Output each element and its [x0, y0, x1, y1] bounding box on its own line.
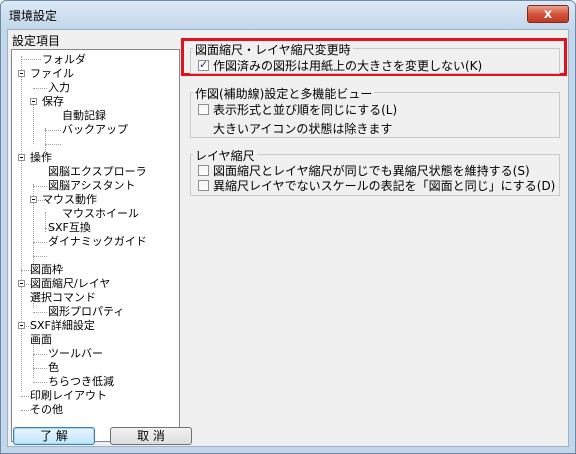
- dialog-client: 設定項目 フォルダ ファイル 入力 保存 自動記録 バックアップ 操作 図脳エク…: [7, 29, 569, 447]
- same-order-checkbox[interactable]: [198, 104, 209, 115]
- multi-view-note: 大きいアイコンの状態は除きます: [213, 122, 393, 136]
- tree-item-mousewheel[interactable]: マウスホイール: [62, 207, 139, 220]
- tree-item-mouse[interactable]: マウス動作: [42, 193, 97, 206]
- settings-tree[interactable]: フォルダ ファイル 入力 保存 自動記録 バックアップ 操作 図脳エクスプローラ…: [11, 49, 180, 442]
- ok-button[interactable]: 了 解: [13, 427, 95, 445]
- expander-icon[interactable]: [18, 280, 25, 287]
- expander-icon[interactable]: [18, 322, 25, 329]
- close-icon: x: [543, 7, 553, 22]
- tree-item-input[interactable]: 入力: [48, 81, 70, 94]
- tree-item-scale-layer[interactable]: 図面縮尺/レイヤ: [30, 277, 110, 290]
- same-as-drawing-label[interactable]: 異縮尺レイヤでないスケールの表記を「図面と同じ」にする(D): [213, 177, 555, 194]
- tree-item-sxf-detail[interactable]: SXF詳細設定: [30, 319, 95, 332]
- expander-icon[interactable]: [18, 154, 25, 161]
- cancel-button[interactable]: 取 消: [110, 427, 192, 445]
- tree-item-color[interactable]: 色: [48, 361, 59, 374]
- tree-item-folder[interactable]: フォルダ: [42, 53, 86, 66]
- group-scale-change-title: 図面縮尺・レイヤ縮尺変更時: [193, 41, 353, 58]
- close-button[interactable]: x: [527, 5, 569, 23]
- window-title: 環境設定: [9, 9, 58, 23]
- expander-icon[interactable]: [30, 196, 37, 203]
- tree-item-file[interactable]: ファイル: [30, 67, 74, 80]
- tree-item-backup[interactable]: バックアップ: [62, 123, 128, 136]
- tree-item-shape-property[interactable]: 図形プロパティ: [48, 305, 124, 318]
- tree-item-other[interactable]: その他: [30, 403, 63, 416]
- tree-item-select-command[interactable]: 選択コマンド: [30, 291, 96, 304]
- tree-item-screen[interactable]: 画面: [30, 333, 52, 346]
- same-order-label[interactable]: 表示形式と並び順を同じにする(L): [213, 101, 397, 118]
- expander-icon[interactable]: [30, 98, 37, 105]
- tree-item-flicker[interactable]: ちらつき低減: [48, 375, 114, 388]
- tree-item-explorer[interactable]: 図脳エクスプローラ: [48, 165, 147, 178]
- settings-dialog: 環境設定 x 設定項目 フォルダ ファイル 入力 保存 自動記録 バックアップ …: [0, 0, 576, 454]
- keep-size-label[interactable]: 作図済みの図形は用紙上の大きさを変更しない(K): [213, 57, 482, 74]
- tree-item-save[interactable]: 保存: [42, 95, 64, 108]
- title-bar[interactable]: 環境設定 x: [1, 1, 575, 29]
- tree-item-operation[interactable]: 操作: [30, 151, 52, 164]
- tree-item-toolbar[interactable]: ツールバー: [48, 347, 103, 360]
- expander-icon[interactable]: [18, 70, 25, 77]
- tree-item-print-layout[interactable]: 印刷レイアウト: [30, 389, 107, 402]
- group-multi-view-title: 作図(補助線)設定と多機能ビュー: [193, 85, 375, 102]
- tree-item-assistant[interactable]: 図脳アシスタント: [48, 179, 136, 192]
- tree-item-dynamic-guide[interactable]: ダイナミックガイド: [48, 235, 147, 248]
- tree-label: 設定項目: [12, 34, 61, 48]
- tree-item-autosave[interactable]: 自動記録: [62, 109, 106, 122]
- keep-diff-scale-checkbox[interactable]: [198, 165, 209, 176]
- same-as-drawing-checkbox[interactable]: [198, 180, 209, 191]
- tree-item-drawing-frame[interactable]: 図面枠: [30, 263, 63, 276]
- keep-size-checkbox[interactable]: [198, 58, 209, 71]
- tree-item-sxf-compat[interactable]: SXF互換: [48, 221, 91, 234]
